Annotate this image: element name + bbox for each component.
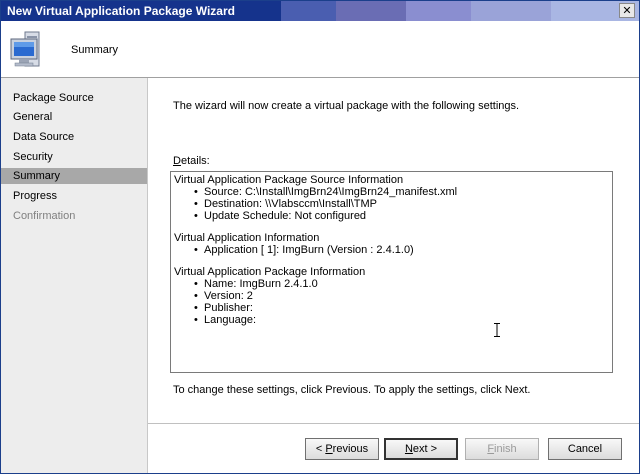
computer-icon [10, 31, 40, 67]
section-title: Virtual Application Information [174, 232, 320, 244]
section-bullets: Name: ImgBurn 2.4.1.0 Version: 2 Publish… [174, 278, 609, 326]
previous-label-rest: revious [332, 443, 369, 455]
next-button[interactable]: Next > [384, 438, 458, 460]
text-cursor-icon [494, 323, 500, 337]
page-title: Summary [71, 44, 119, 56]
details-label: Details: [173, 155, 210, 167]
nav-item-general[interactable]: General [1, 109, 147, 125]
nav-item-progress[interactable]: Progress [1, 188, 147, 204]
button-bar: < Previous Next > Finish Cancel [148, 423, 639, 473]
previous-button[interactable]: < Previous [305, 438, 379, 460]
wizard-header: Summary [1, 21, 639, 78]
finish-button: Finish [465, 438, 539, 460]
bullet-item: Name: ImgBurn 2.4.1.0 [174, 278, 609, 290]
nav-item-summary[interactable]: Summary [1, 168, 147, 184]
cancel-button[interactable]: Cancel [548, 438, 622, 460]
bullet-item: Language: [174, 314, 609, 326]
section-bullets: Source: C:\Install\ImgBrn24\ImgBrn24_man… [174, 186, 609, 222]
details-textbox[interactable]: Virtual Application Package Source Infor… [170, 171, 613, 373]
title-band [406, 1, 471, 21]
title-band [281, 1, 336, 21]
window-title: New Virtual Application Package Wizard [7, 4, 235, 18]
wizard-nav: Package Source General Data Source Secur… [1, 78, 148, 473]
bullet-item: Publisher: [174, 302, 609, 314]
title-band [336, 1, 406, 21]
outro-text: To change these settings, click Previous… [173, 384, 531, 396]
intro-text: The wizard will now create a virtual pac… [173, 100, 520, 112]
bullet-item: Version: 2 [174, 290, 609, 302]
bullet-item: Application [ 1]: ImgBurn (Version : 2.4… [174, 244, 609, 256]
wizard-window: New Virtual Application Package Wizard ✕… [0, 0, 640, 474]
details-label-rest: etails: [180, 155, 210, 167]
details-mnemonic: D [173, 155, 181, 167]
section-title: Virtual Application Package Source Infor… [174, 174, 404, 186]
bullet-item: Update Schedule: Not configured [174, 210, 609, 222]
bullet-item: Destination: \\Vlabsccm\Install\TMP [174, 198, 609, 210]
nav-item-package-source[interactable]: Package Source [1, 90, 147, 106]
next-mnemonic: N [404, 443, 413, 455]
section-bullets: Application [ 1]: ImgBurn (Version : 2.4… [174, 244, 609, 256]
title-band [471, 1, 551, 21]
title-bar[interactable]: New Virtual Application Package Wizard ✕ [1, 1, 639, 21]
previous-mnemonic: P [325, 443, 333, 455]
section-title: Virtual Application Package Information [174, 266, 366, 278]
next-label-rest: ext > [412, 443, 438, 455]
close-icon[interactable]: ✕ [619, 3, 635, 18]
previous-prefix: < [315, 443, 326, 455]
bullet-item: Source: C:\Install\ImgBrn24\ImgBrn24_man… [174, 186, 609, 198]
main-panel: The wizard will now create a virtual pac… [148, 78, 639, 423]
nav-item-confirmation: Confirmation [13, 210, 76, 222]
finish-label-rest: inish [494, 443, 517, 455]
nav-item-data-source[interactable]: Data Source [1, 129, 147, 145]
nav-item-security[interactable]: Security [1, 149, 147, 165]
